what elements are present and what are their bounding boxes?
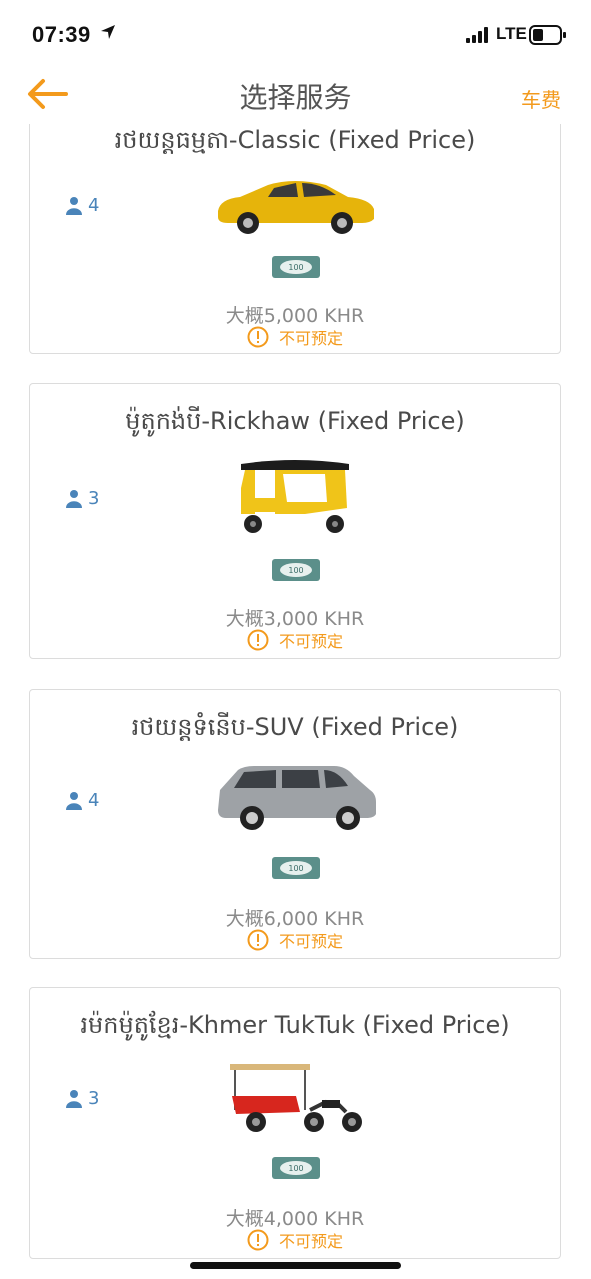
service-title: រម៉កម៉ូតូខ្មែរ-Khmer TukTuk (Fixed Price… xyxy=(80,1011,510,1039)
svg-text:100: 100 xyxy=(288,263,303,272)
booking-warning: 不可预定 xyxy=(30,928,560,952)
network-type: LTE xyxy=(496,24,527,43)
warning-circle-icon xyxy=(247,929,269,951)
status-time: 07:39 xyxy=(32,22,91,47)
warning-circle-icon xyxy=(247,326,269,348)
passenger-capacity: 3 xyxy=(66,1088,99,1109)
capacity-value: 3 xyxy=(88,1088,100,1109)
person-icon xyxy=(66,196,82,215)
svg-text:100: 100 xyxy=(288,1164,303,1173)
booking-warning: 不可预定 xyxy=(30,325,560,349)
fare-button[interactable]: 车费 xyxy=(521,84,561,113)
svg-text:100: 100 xyxy=(288,864,303,873)
price-estimate: 大概6,000 KHR xyxy=(225,908,365,930)
capacity-value: 3 xyxy=(88,488,100,509)
warning-text: 不可预定 xyxy=(278,1232,343,1251)
warning-text: 不可预定 xyxy=(278,932,343,951)
cash-bill-icon: 100 xyxy=(272,559,320,581)
warning-text: 不可预定 xyxy=(278,632,343,651)
location-arrow-icon xyxy=(101,25,115,39)
capacity-value: 4 xyxy=(88,195,100,216)
person-icon xyxy=(66,1089,82,1108)
price-estimate: 大概4,000 KHR xyxy=(225,1208,365,1230)
price-estimate: 大概3,000 KHR xyxy=(225,608,365,630)
battery-icon xyxy=(529,25,566,45)
cash-bill-icon: 100 xyxy=(272,1157,320,1179)
nav-bar: 选择服务 车费 xyxy=(0,64,591,124)
home-indicator[interactable] xyxy=(190,1262,401,1269)
page-title: 选择服务 xyxy=(239,81,352,114)
service-card-rickshaw[interactable]: ម៉ូតូកង់បី-Rickhaw (Fixed Price) 3 100 大… xyxy=(29,383,561,659)
passenger-capacity: 3 xyxy=(66,488,99,509)
service-card-classic[interactable]: រថយន្តធម្មតា-Classic (Fixed Price) 4 100… xyxy=(29,124,561,354)
passenger-capacity: 4 xyxy=(66,790,99,811)
service-card-suv[interactable]: រថយន្តទំនើប-SUV (Fixed Price) 4 100 大概6,… xyxy=(29,689,561,959)
suv-icon xyxy=(218,766,376,830)
service-card-tuktuk[interactable]: រម៉កម៉ូតូខ្មែរ-Khmer TukTuk (Fixed Price… xyxy=(29,987,561,1259)
cell-signal-icon xyxy=(466,27,488,43)
person-icon xyxy=(66,791,82,810)
booking-warning: 不可预定 xyxy=(30,1228,560,1252)
warning-circle-icon xyxy=(247,1229,269,1251)
service-title: ម៉ូតូកង់បី-Rickhaw (Fixed Price) xyxy=(125,407,465,435)
service-title: រថយន្តធម្មតា-Classic (Fixed Price) xyxy=(114,126,476,154)
capacity-value: 4 xyxy=(88,790,100,811)
warning-text: 不可预定 xyxy=(278,329,343,348)
svg-text:100: 100 xyxy=(288,566,303,575)
passenger-capacity: 4 xyxy=(66,195,99,216)
cash-bill-icon: 100 xyxy=(272,256,320,278)
service-title: រថយន្តទំនើប-SUV (Fixed Price) xyxy=(131,713,459,741)
status-bar: 07:39 LTE xyxy=(0,0,591,64)
yellow-car-icon xyxy=(218,181,374,234)
service-list: រថយន្តធម្មតា-Classic (Fixed Price) 4 100… xyxy=(0,124,591,1279)
warning-circle-icon xyxy=(247,629,269,651)
booking-warning: 不可预定 xyxy=(30,628,560,652)
tuktuk-icon xyxy=(230,1064,362,1132)
cash-bill-icon: 100 xyxy=(272,857,320,879)
person-icon xyxy=(66,489,82,508)
rickshaw-icon xyxy=(241,460,349,533)
price-estimate: 大概5,000 KHR xyxy=(225,305,365,327)
